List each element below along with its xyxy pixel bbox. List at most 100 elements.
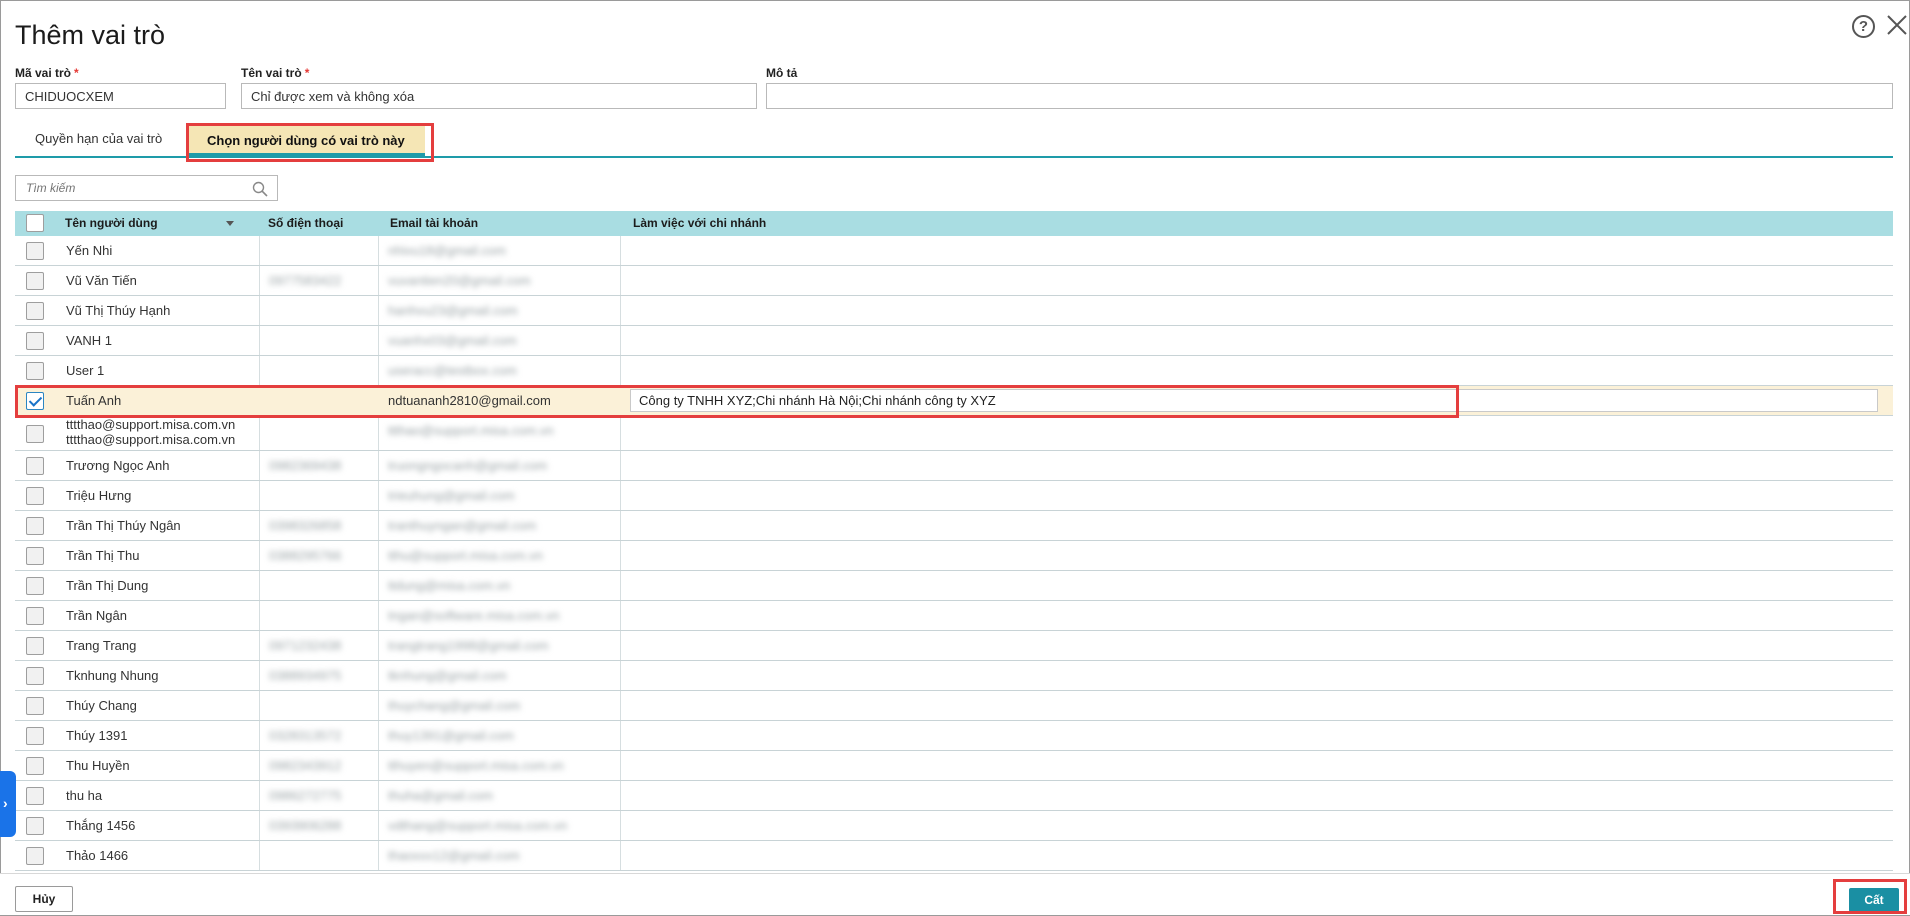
table-row[interactable]: Trương Ngọc Anh 0982369438 truongngocanh@g… (15, 451, 1893, 481)
question-circle-icon[interactable]: ? (1852, 15, 1875, 38)
cell-phone (260, 326, 378, 356)
table-row[interactable]: Trần Thị Dung ttdung@misa.com.vn (15, 571, 1893, 601)
role-description-input[interactable] (766, 83, 1893, 109)
table-row[interactable]: Trần Thị Thu 0388295766 tthu@support.misa.… (15, 541, 1893, 571)
row-checkbox[interactable] (26, 547, 44, 565)
table-row[interactable]: VANH 1 vuanhx03@gmail.com (15, 326, 1893, 356)
table-row[interactable]: tttthao@support.misa.com.vn tttthao@suppo… (15, 416, 1893, 451)
sort-down-icon[interactable] (226, 221, 234, 226)
row-checkbox[interactable] (26, 577, 44, 595)
save-button[interactable]: Cất (1849, 888, 1899, 912)
column-header-phone[interactable]: Số điện thoại (260, 211, 380, 236)
row-checkbox[interactable] (26, 787, 44, 805)
cell-user-name: thu ha (66, 788, 103, 803)
cell-phone (260, 571, 378, 601)
cell-user-name: tttthao@support.misa.com.vn tttthao@suppo… (57, 416, 259, 451)
table-row[interactable]: Vũ Văn Tiến 0977583422 vuvantien20@gmail.c… (15, 266, 1893, 296)
cell-phone (260, 236, 378, 266)
row-checkbox[interactable] (26, 517, 44, 535)
cell-phone: 0982343912 (269, 758, 342, 773)
row-checkbox[interactable] (26, 457, 44, 475)
row-checkbox[interactable] (26, 424, 44, 443)
cell-phone (260, 601, 378, 631)
table-row[interactable]: Tuấn Anh ndtuananh2810@gmail.com Công ty T… (15, 386, 1893, 416)
cell-email: truongngocanh@gmail.com (388, 458, 548, 473)
users-grid: Tên người dùng Số điện thoại Email tài k… (15, 211, 1893, 871)
cell-phone: 0398326858 (269, 518, 342, 533)
grid-header: Tên người dùng Số điện thoại Email tài k… (15, 211, 1893, 236)
dialog-title: Thêm vai trò (15, 20, 166, 50)
cell-phone (260, 691, 378, 721)
cell-user-name: Vũ Văn Tiến (66, 273, 137, 288)
cell-email: trangtrang1998@gmail.com (388, 638, 549, 653)
row-checkbox[interactable] (26, 757, 44, 775)
row-checkbox[interactable] (26, 637, 44, 655)
table-row[interactable]: Trần Thị Thúy Ngân 0398326858 tranthuyngan… (15, 511, 1893, 541)
row-checkbox[interactable] (26, 392, 44, 410)
table-row[interactable]: Thúy 1391 0328313572 thuy1391@gmail.com (15, 721, 1893, 751)
role-description-label: Mô tả (766, 66, 798, 80)
table-row[interactable]: Thảo 1466 thaoxxx12@gmail.com (15, 841, 1893, 871)
branch-select-input[interactable]: Công ty TNHH XYZ;Chi nhánh Hà Nội;Chi nh… (630, 389, 1878, 412)
role-code-input[interactable] (15, 83, 226, 109)
cell-phone (260, 386, 378, 416)
table-row[interactable]: Thắng 1456 0393906288 vdthang@support.misa… (15, 811, 1893, 841)
table-row[interactable]: Yến Nhi nhivu18@gmail.com (15, 236, 1893, 266)
cell-email: hanhvu23@gmail.com (388, 303, 518, 318)
table-row[interactable]: Thúy Chang thuychang@gmail.com (15, 691, 1893, 721)
role-name-input[interactable] (241, 83, 757, 109)
row-checkbox[interactable] (26, 847, 44, 865)
row-checkbox[interactable] (26, 667, 44, 685)
expand-sidebar-button[interactable]: › (0, 771, 16, 837)
cell-email: thuychang@gmail.com (388, 698, 521, 713)
table-row[interactable]: Vũ Thị Thúy Hạnh hanhvu23@gmail.com (15, 296, 1893, 326)
row-checkbox[interactable] (26, 487, 44, 505)
search-icon[interactable] (252, 181, 268, 197)
role-name-label: Tên vai trò * (241, 66, 310, 80)
select-all-checkbox[interactable] (26, 214, 44, 232)
cell-email: tranthuyngan@gmail.com (388, 518, 537, 533)
tab-select-users[interactable]: Chọn người dùng có vai trò này (187, 126, 425, 156)
row-checkbox[interactable] (26, 727, 44, 745)
column-header-name[interactable]: Tên người dùng (57, 211, 267, 236)
row-checkbox[interactable] (26, 332, 44, 350)
table-row[interactable]: Triệu Hưng trieuhung@gmail.com (15, 481, 1893, 511)
role-code-label: Mã vai trò * (15, 66, 79, 80)
cell-email: vuanhx03@gmail.com (388, 333, 517, 348)
cell-user-name: Thảo 1466 (66, 848, 129, 863)
table-row[interactable]: Trần Ngân tngan@software.misa.com.vn (15, 601, 1893, 631)
cell-email: trieuhung@gmail.com (388, 488, 515, 503)
column-header-email[interactable]: Email tài khoản (382, 211, 622, 236)
cell-email: thuy1391@gmail.com (388, 728, 514, 743)
row-checkbox[interactable] (26, 242, 44, 260)
cell-email: tngan@software.misa.com.vn (388, 608, 560, 623)
cell-phone: 0328313572 (269, 728, 342, 743)
close-icon[interactable] (1885, 13, 1909, 37)
table-row[interactable]: Tknhung Nhung 0388934975 tknhung@gmail.com (15, 661, 1893, 691)
cell-user-name: Thúy 1391 (66, 728, 128, 743)
cell-email: thaoxxx12@gmail.com (388, 848, 520, 863)
cell-user-name: Trần Thị Thu (66, 548, 140, 563)
cell-user-name: VANH 1 (66, 333, 112, 348)
search-input[interactable] (16, 176, 236, 200)
cell-phone (260, 841, 378, 871)
column-header-branch[interactable]: Làm việc với chi nhánh (625, 211, 1025, 236)
tab-role-permissions[interactable]: Quyền hạn của vai trò (15, 122, 182, 156)
cell-phone: 0977583422 (269, 273, 342, 288)
row-checkbox[interactable] (26, 362, 44, 380)
table-row[interactable]: User 1 useracc@testbox.com (15, 356, 1893, 386)
row-checkbox[interactable] (26, 607, 44, 625)
row-checkbox[interactable] (26, 272, 44, 290)
cell-email: tthuyen@support.misa.com.vn (388, 758, 564, 773)
tab-bar: Quyền hạn của vai trò Chọn người dùng có… (15, 122, 1893, 158)
table-row[interactable]: Thu Huyền 0982343912 tthuyen@support.misa.… (15, 751, 1893, 781)
cell-email: ttdung@misa.com.vn (388, 578, 511, 593)
cancel-button[interactable]: Hủy (15, 886, 73, 912)
row-checkbox[interactable] (26, 817, 44, 835)
cell-email: tthu@support.misa.com.vn (388, 548, 543, 563)
table-row[interactable]: Trang Trang 0971232438 trangtrang1998@gmai… (15, 631, 1893, 661)
row-checkbox[interactable] (26, 302, 44, 320)
cell-user-name: Yến Nhi (66, 243, 113, 258)
row-checkbox[interactable] (26, 697, 44, 715)
table-row[interactable]: thu ha 0986272775 thuha@gmail.com (15, 781, 1893, 811)
